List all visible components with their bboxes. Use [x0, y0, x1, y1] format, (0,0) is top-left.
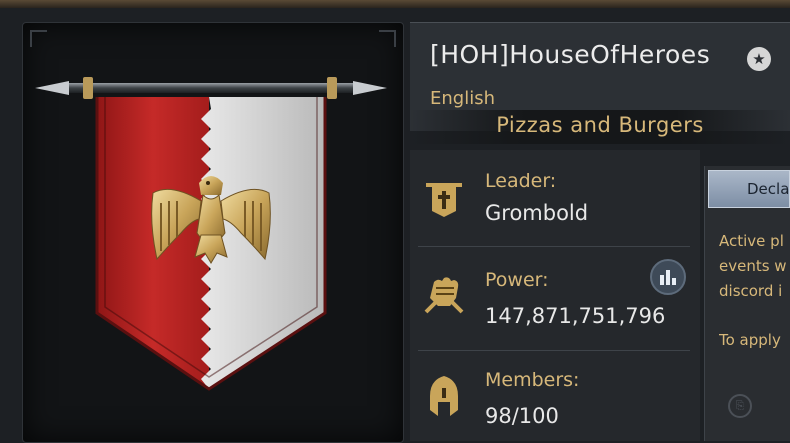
leader-label: Leader:: [485, 170, 557, 192]
fist-icon: [424, 277, 464, 314]
guild-name: [HOH]HouseOfHeroes: [430, 40, 711, 69]
bar-chart-icon[interactable]: [650, 259, 686, 295]
top-frame-border: [0, 0, 790, 8]
power-label: Power:: [485, 269, 549, 291]
description-line: events w: [719, 257, 787, 275]
members-label: Members:: [485, 369, 580, 391]
leader-value[interactable]: Grombold: [485, 201, 588, 225]
banner-red-half: [97, 97, 209, 389]
apply-instructions: To apply: [719, 331, 781, 349]
star-icon[interactable]: ★: [747, 47, 771, 71]
guild-banner: [30, 30, 396, 391]
helmet-icon: [430, 376, 458, 416]
description-line: discord i: [719, 282, 783, 300]
guild-language: English: [430, 88, 495, 109]
divider: [418, 246, 690, 247]
banner-pole: [63, 83, 363, 93]
divider: [418, 350, 690, 351]
link-icon[interactable]: ⎘: [728, 394, 752, 418]
power-value: 147,871,751,796: [485, 304, 666, 328]
guild-motto: Pizzas and Burgers: [496, 113, 704, 137]
banner-cross-icon: [426, 183, 462, 217]
description-line: Active pl: [719, 232, 784, 250]
members-value: 98/100: [485, 404, 559, 428]
declare-button[interactable]: Decla: [708, 170, 790, 208]
guild-banner-panel: [22, 22, 404, 443]
